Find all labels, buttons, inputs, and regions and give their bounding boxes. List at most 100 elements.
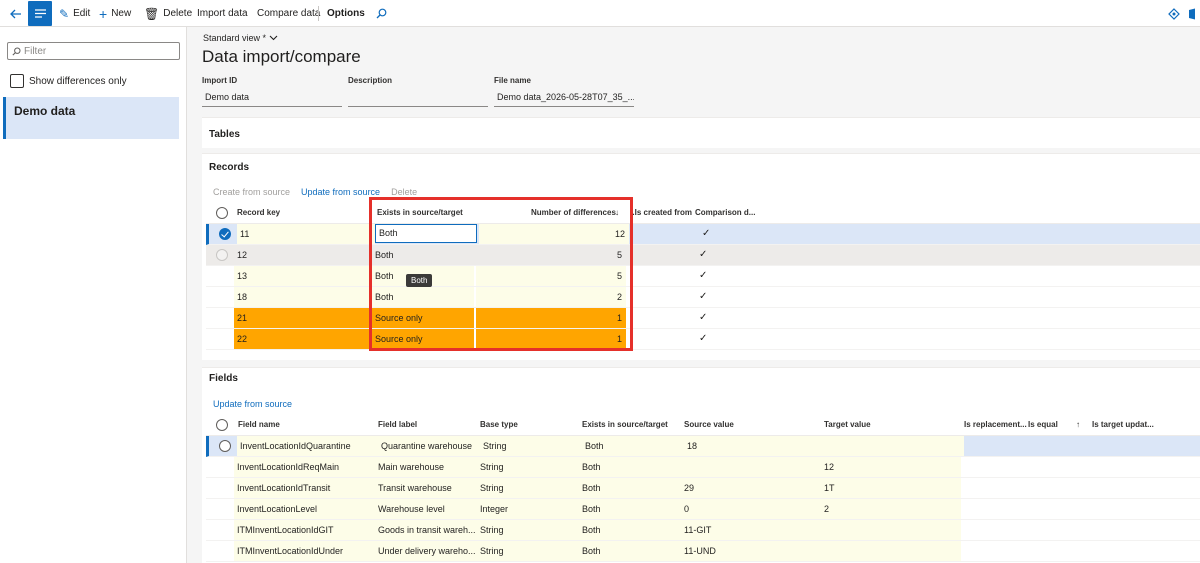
checkbox-box[interactable] bbox=[10, 74, 24, 88]
table-row[interactable]: 13 Both 5 ✓ bbox=[206, 266, 1200, 287]
view-selector[interactable]: Standard view * bbox=[203, 33, 278, 43]
source-value-cell[interactable] bbox=[681, 457, 821, 477]
comparison-check-cell[interactable]: ✓ bbox=[699, 224, 719, 244]
number-of-differences-cell[interactable]: 1 bbox=[476, 308, 626, 328]
number-of-differences-cell[interactable]: 12 bbox=[479, 224, 629, 244]
exists-cell[interactable]: Source only bbox=[372, 329, 474, 349]
base-type-cell[interactable]: String bbox=[477, 478, 579, 498]
record-key-cell[interactable]: 13 bbox=[234, 266, 372, 286]
office-button[interactable] bbox=[1188, 0, 1198, 27]
comparison-check-cell[interactable]: ✓ bbox=[696, 266, 716, 286]
target-value-cell[interactable]: 1T bbox=[821, 478, 961, 498]
base-type-cell[interactable]: Integer bbox=[477, 499, 579, 519]
exists-cell[interactable]: Both bbox=[582, 436, 684, 456]
row-select-radio[interactable] bbox=[219, 228, 231, 240]
tables-fasttab[interactable]: Tables bbox=[202, 117, 1200, 148]
back-button[interactable] bbox=[6, 0, 26, 27]
number-of-differences-cell[interactable]: 1 bbox=[476, 329, 626, 349]
source-value-cell[interactable]: 18 bbox=[684, 436, 824, 456]
col-exists[interactable]: Exists in source/target bbox=[582, 420, 668, 429]
col-record-key[interactable]: Record key bbox=[237, 208, 280, 217]
comparison-check-cell[interactable]: ✓ bbox=[696, 287, 716, 307]
source-value-cell[interactable]: 11-UND bbox=[681, 541, 821, 561]
field-label-cell[interactable]: Main warehouse bbox=[375, 457, 477, 477]
table-row[interactable]: ITMInventLocationIdGIT Goods in transit w… bbox=[206, 520, 1200, 541]
field-label-cell[interactable]: Goods in transit wareh... bbox=[375, 520, 477, 540]
exists-cell[interactable]: Both bbox=[375, 224, 477, 243]
delete-button[interactable]: 🗑 Delete bbox=[144, 0, 192, 27]
record-key-cell[interactable]: 12 bbox=[234, 245, 372, 265]
field-label-cell[interactable]: Transit warehouse bbox=[375, 478, 477, 498]
exists-cell[interactable]: Both bbox=[579, 478, 681, 498]
record-key-cell[interactable]: 21 bbox=[234, 308, 372, 328]
record-key-cell[interactable]: 11 bbox=[237, 224, 375, 244]
field-name-cell[interactable]: InventLocationLevel bbox=[234, 499, 375, 519]
field-name-cell[interactable]: InventLocationIdReqMain bbox=[234, 457, 375, 477]
record-key-cell[interactable]: 22 bbox=[234, 329, 372, 349]
exists-cell[interactable]: Both bbox=[579, 541, 681, 561]
exists-cell[interactable]: Both bbox=[372, 245, 474, 265]
col-number-of-differences[interactable]: Number of differences bbox=[531, 208, 616, 217]
source-value-cell[interactable]: 11-GIT bbox=[681, 520, 821, 540]
update-from-source-button[interactable]: Update from source bbox=[301, 187, 380, 197]
create-from-source-button[interactable]: Create from source bbox=[213, 187, 290, 197]
import-data-button[interactable]: Import data bbox=[197, 0, 248, 27]
select-all-radio[interactable] bbox=[216, 207, 228, 219]
col-is-target-updated[interactable]: Is target updat... bbox=[1092, 420, 1154, 429]
description-input[interactable] bbox=[348, 92, 488, 107]
comparison-check-cell[interactable]: ✓ bbox=[696, 308, 716, 328]
menu-toggle-button[interactable] bbox=[28, 1, 52, 26]
comparison-check-cell[interactable]: ✓ bbox=[696, 245, 716, 265]
edit-button[interactable]: ✎ Edit bbox=[59, 0, 90, 27]
file-name-input[interactable]: Demo data_2026-05-28T07_35_... bbox=[494, 92, 634, 107]
source-value-cell[interactable]: 29 bbox=[681, 478, 821, 498]
table-row[interactable]: 18 Both 2 ✓ bbox=[206, 287, 1200, 308]
field-name-cell[interactable]: ITMInventLocationIdGIT bbox=[234, 520, 375, 540]
field-name-cell[interactable]: InventLocationIdTransit bbox=[234, 478, 375, 498]
table-row[interactable]: InventLocationIdTransit Transit warehouse… bbox=[206, 478, 1200, 499]
table-row[interactable]: 22 Source only 1 ✓ bbox=[206, 329, 1200, 350]
target-value-cell[interactable] bbox=[821, 541, 961, 561]
exists-cell[interactable]: Both bbox=[579, 457, 681, 477]
base-type-cell[interactable]: String bbox=[480, 436, 582, 456]
base-type-cell[interactable]: String bbox=[477, 520, 579, 540]
delete-record-button[interactable]: Delete bbox=[391, 187, 417, 197]
table-row[interactable]: InventLocationLevel Warehouse level Intege… bbox=[206, 499, 1200, 520]
select-all-radio[interactable] bbox=[216, 419, 228, 431]
number-of-differences-cell[interactable]: 5 bbox=[476, 245, 626, 265]
fields-update-from-source-button[interactable]: Update from source bbox=[213, 399, 292, 409]
col-comparison[interactable]: Comparison d... bbox=[695, 208, 755, 217]
source-value-cell[interactable]: 0 bbox=[681, 499, 821, 519]
target-value-cell[interactable]: 12 bbox=[821, 457, 961, 477]
field-label-cell[interactable]: Quarantine warehouse bbox=[378, 436, 480, 456]
col-source-value[interactable]: Source value bbox=[684, 420, 734, 429]
exists-cell[interactable]: Source only bbox=[372, 308, 474, 328]
exists-cell[interactable]: Both bbox=[579, 520, 681, 540]
base-type-cell[interactable]: String bbox=[477, 541, 579, 561]
row-select-radio[interactable] bbox=[216, 249, 228, 261]
col-is-created[interactable]: Is created from... bbox=[630, 208, 692, 217]
power-apps-button[interactable] bbox=[1168, 0, 1180, 27]
col-exists[interactable]: Exists in source/target bbox=[377, 208, 463, 217]
base-type-cell[interactable]: String bbox=[477, 457, 579, 477]
col-base-type[interactable]: Base type bbox=[480, 420, 518, 429]
exists-cell[interactable]: Both bbox=[372, 287, 474, 307]
row-select-radio[interactable] bbox=[219, 440, 231, 452]
number-of-differences-cell[interactable]: 5 bbox=[476, 266, 626, 286]
show-differences-checkbox[interactable]: Show differences only bbox=[10, 74, 127, 88]
comparison-check-cell[interactable]: ✓ bbox=[696, 329, 716, 349]
target-value-cell[interactable] bbox=[824, 436, 964, 456]
compare-data-button[interactable]: Compare data bbox=[257, 0, 320, 27]
filter-box[interactable] bbox=[7, 42, 180, 60]
table-row[interactable]: InventLocationIdQuarantine Quarantine war… bbox=[206, 436, 1200, 457]
new-button[interactable]: + New bbox=[99, 0, 131, 27]
table-row[interactable]: 11 Both 12 ✓ bbox=[206, 224, 1200, 245]
table-row[interactable]: 12 Both 5 ✓ bbox=[206, 245, 1200, 266]
list-item-demo-data[interactable]: Demo data bbox=[3, 97, 179, 139]
field-name-cell[interactable]: InventLocationIdQuarantine bbox=[237, 436, 378, 456]
search-button[interactable] bbox=[376, 0, 387, 27]
options-tab[interactable]: Options bbox=[327, 0, 365, 27]
table-row[interactable]: ITMInventLocationIdUnder Under delivery w… bbox=[206, 541, 1200, 562]
field-name-cell[interactable]: ITMInventLocationIdUnder bbox=[234, 541, 375, 561]
field-label-cell[interactable]: Warehouse level bbox=[375, 499, 477, 519]
